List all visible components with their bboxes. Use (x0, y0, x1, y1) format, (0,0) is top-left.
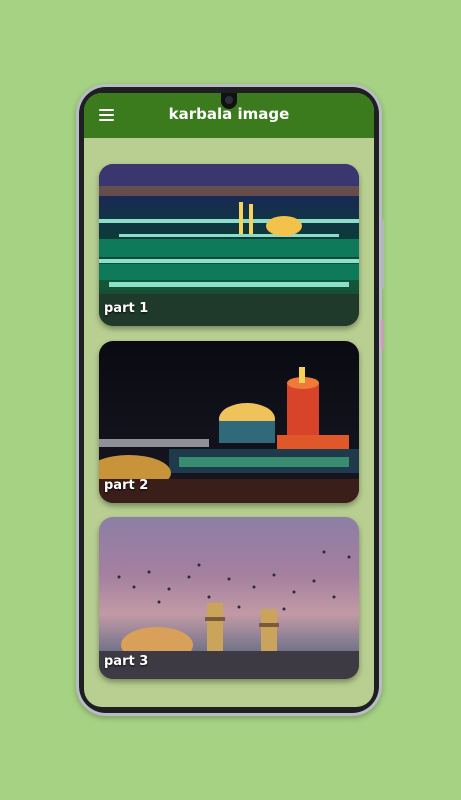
camera-icon (221, 93, 237, 109)
app-bar: karbala image (84, 93, 374, 138)
image-card-2[interactable]: part 2 (99, 341, 359, 503)
app-screen: karbala image part 1 part 2 part 3 (84, 93, 374, 707)
phone-side-button (381, 219, 384, 289)
card-label: part 3 (104, 654, 149, 669)
image-card-1[interactable]: part 1 (99, 164, 359, 326)
phone-side-button (381, 320, 384, 350)
image-card-3[interactable]: part 3 (99, 517, 359, 679)
card-label: part 1 (104, 301, 149, 316)
card-label: part 2 (104, 478, 149, 493)
